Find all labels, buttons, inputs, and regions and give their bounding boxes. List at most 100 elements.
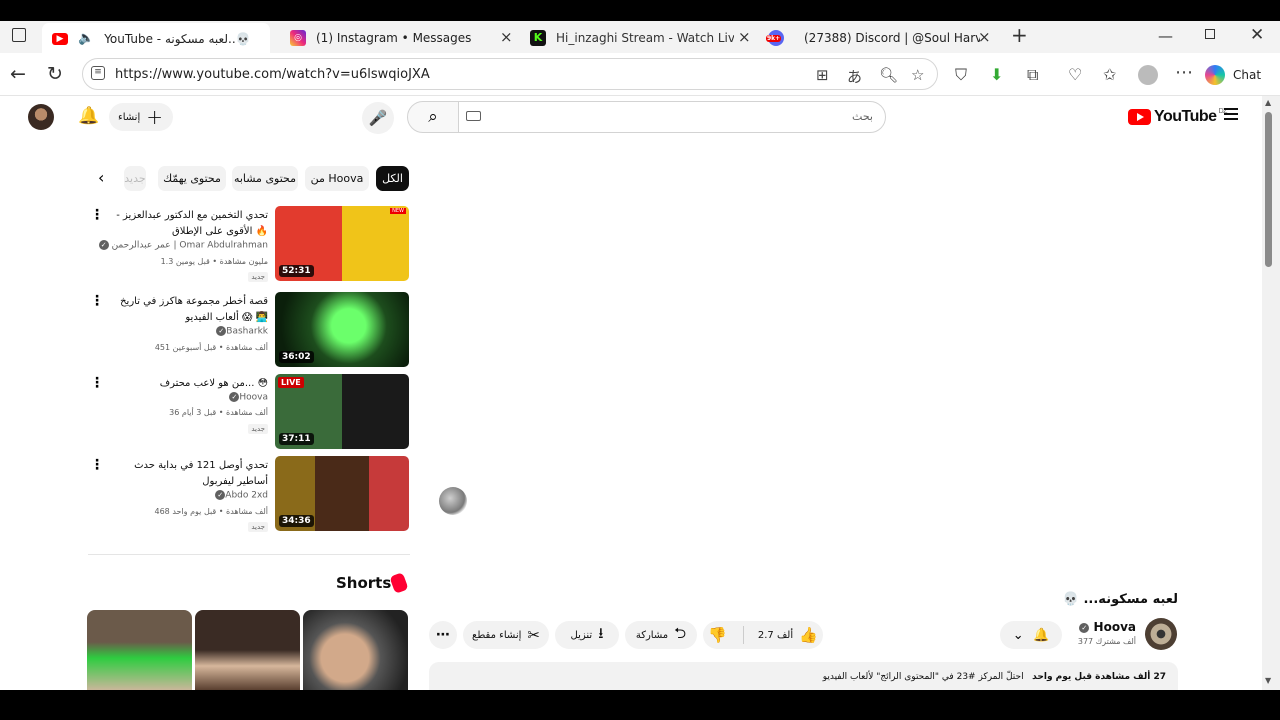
favorites-icon[interactable]: ✩ [1103,65,1116,84]
scrollbar-thumb[interactable] [1265,112,1272,267]
profile-avatar-icon[interactable] [1138,65,1158,85]
related-video-item[interactable]: 34:36 تحدي أوصل 121 في بداية حدث أساطير … [88,456,410,532]
more-horizontal-icon: ⋯ [436,627,450,643]
channel-avatar[interactable] [1145,618,1177,650]
scroll-down-icon[interactable]: ▼ [1265,676,1271,685]
translate-icon[interactable]: あ [847,66,862,87]
close-tab-icon[interactable]: × [500,28,513,46]
like-icon[interactable]: 👍 [799,626,818,644]
youtube-logo[interactable]: YouTube DZ [1128,108,1227,126]
new-tag: NEW [390,208,406,214]
video-meta: 451 ألف مشاهدة • قبل أسبوعين [154,343,268,352]
zoom-icon[interactable]: 🔍︎ [879,66,898,84]
video-thumbnail[interactable]: LIVE 37:11 [275,374,409,449]
menu-hamburger-icon[interactable] [1224,108,1238,123]
tab-youtube[interactable]: ▶ 🔈 YouTube - لعبه مسكونه..💀 [42,23,270,54]
video-duration: 52:31 [279,265,314,277]
close-window-icon[interactable]: ✕ [1250,25,1264,45]
close-tab-icon[interactable]: × [738,28,751,46]
close-tab-icon[interactable]: × [978,28,991,46]
user-avatar[interactable] [28,104,54,130]
scroll-up-icon[interactable]: ▲ [1265,98,1271,107]
more-actions-icon[interactable]: ⋮ [90,376,104,390]
tab-discord[interactable]: 9k+ (27388) Discord | @Soul Harveste × [762,24,998,51]
verified-icon: ✓ [1079,622,1090,633]
chip-all[interactable]: الكل [376,166,409,191]
notifications-bell-icon[interactable]: 🔔 [78,106,99,126]
video-channel[interactable]: ✓ Abdo 2xd [215,490,268,501]
youtube-favicon-icon: ▶ [52,32,68,45]
shield-extension-icon[interactable]: ⛉ [955,65,967,85]
video-thumbnail[interactable]: 34:36 [275,456,409,531]
video-channel[interactable]: ✓ Hoova [229,392,268,403]
instagram-favicon-icon: ◎ [290,29,306,46]
more-actions-icon[interactable]: ⋮ [90,294,104,308]
minimize-icon[interactable]: — [1158,27,1173,45]
subscribed-notifications-button[interactable]: ⌄ 🔔 [1000,621,1062,649]
app-available-icon[interactable]: ⊞ [816,66,829,84]
more-actions-icon[interactable]: ⋮ [90,458,104,472]
favorite-star-icon[interactable]: ☆ [911,66,924,84]
short-thumbnail[interactable] [87,610,192,690]
video-title[interactable]: تحدي أوصل 121 في بداية حدث أساطير ليفربو… [106,458,268,490]
like-count[interactable]: 2.7 ألف [758,630,793,641]
related-video-item[interactable]: 36:02 قصة أخطر مجموعة هاكرز في تاريخ ألع… [88,292,410,368]
search-button[interactable]: ⌕ [407,101,459,133]
chip-for-you[interactable]: محتوى يهمّك [158,166,226,191]
more-actions-button[interactable]: ⋯ [429,621,457,649]
description-summary: 27 ألف مشاهدة قبل يوم واحد احتلّ المركز … [823,672,1166,682]
chevron-left-icon[interactable]: ‹ [98,168,104,187]
chip-related[interactable]: محتوى مشابه [232,166,298,191]
related-video-item[interactable]: NEW 52:31 تحدي التخمين مع الدكتور عبدالع… [88,206,410,282]
divider [742,626,744,644]
address-bar[interactable]: ≡ https://www.youtube.com/watch?v=u6lswq… [82,58,938,90]
video-title[interactable]: من هو لاعب محترف... 😳 [106,376,268,392]
new-tab-icon[interactable]: + [1011,23,1028,47]
restore-icon[interactable] [1205,29,1215,39]
short-thumbnail[interactable] [303,610,408,690]
video-title[interactable]: قصة أخطر مجموعة هاكرز في تاريخ ألعاب الف… [106,294,268,326]
create-button[interactable]: إنشاء + [109,103,173,131]
voice-search-mic-icon[interactable]: 🎤 [362,102,394,134]
dislike-icon[interactable]: 👎 [708,626,727,644]
clip-button[interactable]: إنشاء مقطع ✂ [463,621,549,649]
video-channel[interactable]: ✓ عمر عبدالرحمن | Omar Abdulrahman [98,240,268,251]
verified-icon: ✓ [216,326,227,336]
download-extension-icon[interactable]: ⬇ [990,65,1003,84]
workspaces-icon[interactable] [12,28,26,42]
chip-new[interactable]: جديد [124,166,146,191]
view-count-date: 27 ألف مشاهدة قبل يوم واحد [1032,672,1166,682]
url-text[interactable]: https://www.youtube.com/watch?v=u6lswqio… [115,67,430,82]
related-video-item[interactable]: LIVE 37:11 من هو لاعب محترف... 😳 ✓ Hoova … [88,374,410,450]
chevron-down-icon: ⌄ [1012,627,1024,643]
copilot-button[interactable]: Chat [1205,62,1273,88]
site-info-icon[interactable]: ≡ [91,66,105,80]
download-button[interactable]: تنزيل ⭳ [555,621,619,649]
chip-from-hoova[interactable]: من Hoova [305,166,369,191]
share-button[interactable]: مشاركة ⮌ [625,621,697,649]
tab-instagram[interactable]: ◎ (1) Instagram • Messages × [282,24,520,51]
video-channel[interactable]: ✓ Basharkk [216,326,268,337]
clip-label: إنشاء مقطع [472,629,522,641]
logo-text: YouTube [1154,108,1217,125]
more-actions-icon[interactable]: ⋮ [90,208,104,222]
keyboard-icon[interactable] [466,111,481,121]
channel-name[interactable]: ✓ Hoova [1079,620,1136,634]
tab-kick-stream[interactable]: K Hi_inzaghi Stream - Watch Live or × [522,24,758,51]
performance-icon[interactable]: ♡ [1068,65,1082,84]
video-thumbnail[interactable]: NEW 52:31 [275,206,409,281]
speaker-icon[interactable]: 🔈 [78,31,94,46]
share-icon: ⮌ [674,623,687,642]
short-thumbnail[interactable] [195,610,300,690]
extensions-puzzle-icon[interactable]: ⧉ [1027,65,1038,85]
description-box[interactable]: 27 ألف مشاهدة قبل يوم واحد احتلّ المركز … [429,662,1178,690]
more-menu-icon[interactable]: ⋯ [1175,62,1193,83]
search-input[interactable]: بحث [458,101,886,133]
video-thumbnail[interactable]: 36:02 [275,292,409,367]
reload-icon[interactable]: ↻ [47,63,63,85]
tab-title: Hi_inzaghi Stream - Watch Live or [556,30,734,45]
video-meta: 1.3 مليون مشاهدة • قبل يومين [160,257,268,266]
video-title[interactable]: تحدي التخمين مع الدكتور عبدالعزيز - الأق… [106,208,268,240]
taskbar [0,690,1280,720]
back-arrow-icon[interactable]: ← [10,63,26,85]
